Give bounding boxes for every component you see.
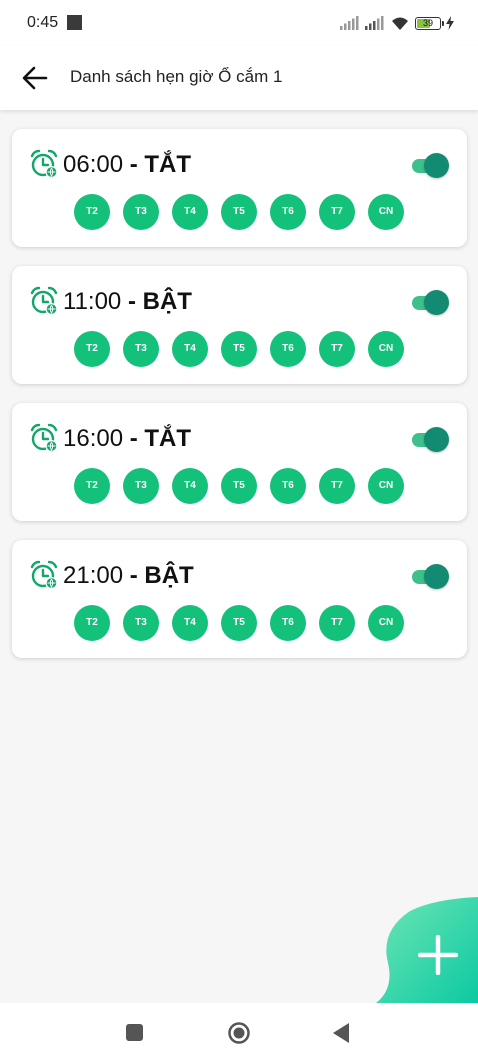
schedule-card[interactable]: 11:00 - BẬT T2 T3 T4 T5 T6 T7 CN: [12, 266, 467, 384]
schedule-time-label: 16:00 - TẮT: [63, 425, 191, 453]
toggle-knob: [424, 153, 449, 178]
status-time: 0:45: [27, 14, 59, 31]
day-chip[interactable]: T5: [221, 468, 257, 504]
schedule-card[interactable]: 21:00 - BẬT T2 T3 T4 T5 T6 T7 CN: [12, 540, 467, 658]
app-bar: Danh sách hẹn giờ Ổ cắm 1: [0, 46, 478, 110]
toggle-knob: [424, 427, 449, 452]
day-chip[interactable]: T5: [221, 194, 257, 230]
alarm-clock-icon: [30, 423, 58, 452]
day-chip[interactable]: T2: [74, 194, 110, 230]
day-chip[interactable]: CN: [368, 331, 404, 367]
schedule-toggle[interactable]: [410, 152, 450, 180]
home-button[interactable]: [228, 1022, 250, 1044]
day-chip[interactable]: T2: [74, 468, 110, 504]
alarm-clock-icon: [30, 286, 58, 315]
day-chip[interactable]: T6: [270, 194, 306, 230]
day-chip[interactable]: T6: [270, 331, 306, 367]
status-bar: 0:45 39: [0, 0, 478, 46]
schedule-time: 06:00: [63, 151, 124, 178]
page-title: Danh sách hẹn giờ Ổ cắm 1: [70, 67, 283, 86]
schedule-time-label: 11:00 - BẬT: [63, 288, 192, 316]
schedule-time: 21:00: [63, 562, 124, 589]
schedule-toggle[interactable]: [410, 563, 450, 591]
day-chip[interactable]: T7: [319, 605, 355, 641]
day-chip[interactable]: CN: [368, 468, 404, 504]
day-chip[interactable]: T3: [123, 468, 159, 504]
day-chip[interactable]: T6: [270, 605, 306, 641]
schedule-separator: -: [123, 425, 145, 452]
toggle-knob: [424, 564, 449, 589]
schedule-state: BẬT: [144, 562, 194, 589]
schedule-toggle[interactable]: [410, 289, 450, 317]
day-chip[interactable]: T2: [74, 605, 110, 641]
day-chip[interactable]: T7: [319, 468, 355, 504]
day-chip[interactable]: T3: [123, 194, 159, 230]
schedule-separator: -: [123, 562, 145, 589]
schedule-card[interactable]: 06:00 - TẮT T2 T3 T4 T5 T6 T7 CN: [12, 129, 467, 247]
day-chip[interactable]: T3: [123, 605, 159, 641]
schedule-time: 16:00: [63, 425, 124, 452]
day-chip[interactable]: T5: [221, 605, 257, 641]
battery-icon: 39: [415, 16, 444, 30]
schedule-separator: -: [123, 151, 145, 178]
schedule-time: 11:00: [63, 288, 122, 315]
repeat-days: T2 T3 T4 T5 T6 T7 CN: [74, 468, 404, 504]
day-chip[interactable]: T7: [319, 194, 355, 230]
day-chip[interactable]: T4: [172, 605, 208, 641]
schedule-time-label: 21:00 - BẬT: [63, 562, 194, 590]
status-icons: 39: [340, 14, 454, 32]
system-back-button[interactable]: [331, 1022, 351, 1044]
notification-icon: [67, 15, 82, 30]
charging-icon: [446, 16, 454, 30]
back-arrow-icon[interactable]: [20, 63, 50, 93]
day-chip[interactable]: T7: [319, 331, 355, 367]
system-nav-bar: [0, 1003, 478, 1061]
toggle-knob: [424, 290, 449, 315]
day-chip[interactable]: T5: [221, 331, 257, 367]
schedule-state: BẬT: [142, 288, 192, 315]
alarm-clock-icon: [30, 560, 58, 589]
schedule-toggle[interactable]: [410, 426, 450, 454]
day-chip[interactable]: CN: [368, 605, 404, 641]
signal-icon-2: [365, 16, 384, 30]
wifi-icon: [392, 17, 408, 30]
signal-icon: [340, 16, 359, 30]
day-chip[interactable]: CN: [368, 194, 404, 230]
day-chip[interactable]: T4: [172, 331, 208, 367]
repeat-days: T2 T3 T4 T5 T6 T7 CN: [74, 194, 404, 230]
repeat-days: T2 T3 T4 T5 T6 T7 CN: [74, 331, 404, 367]
day-chip[interactable]: T4: [172, 468, 208, 504]
repeat-days: T2 T3 T4 T5 T6 T7 CN: [74, 605, 404, 641]
day-chip[interactable]: T4: [172, 194, 208, 230]
schedule-separator: -: [121, 288, 143, 315]
day-chip[interactable]: T2: [74, 331, 110, 367]
schedule-state: TẮT: [144, 425, 192, 452]
day-chip[interactable]: T3: [123, 331, 159, 367]
schedule-card[interactable]: 16:00 - TẮT T2 T3 T4 T5 T6 T7 CN: [12, 403, 467, 521]
alarm-clock-icon: [30, 149, 58, 178]
recent-apps-button[interactable]: [126, 1024, 143, 1041]
plus-icon: [418, 935, 458, 975]
schedule-list: 06:00 - TẮT T2 T3 T4 T5 T6 T7 CN 11:00 - BẬT T…: [12, 129, 467, 677]
day-chip[interactable]: T6: [270, 468, 306, 504]
schedule-time-label: 06:00 - TẮT: [63, 151, 191, 179]
battery-level: 39: [422, 17, 433, 28]
schedule-state: TẮT: [144, 151, 192, 178]
